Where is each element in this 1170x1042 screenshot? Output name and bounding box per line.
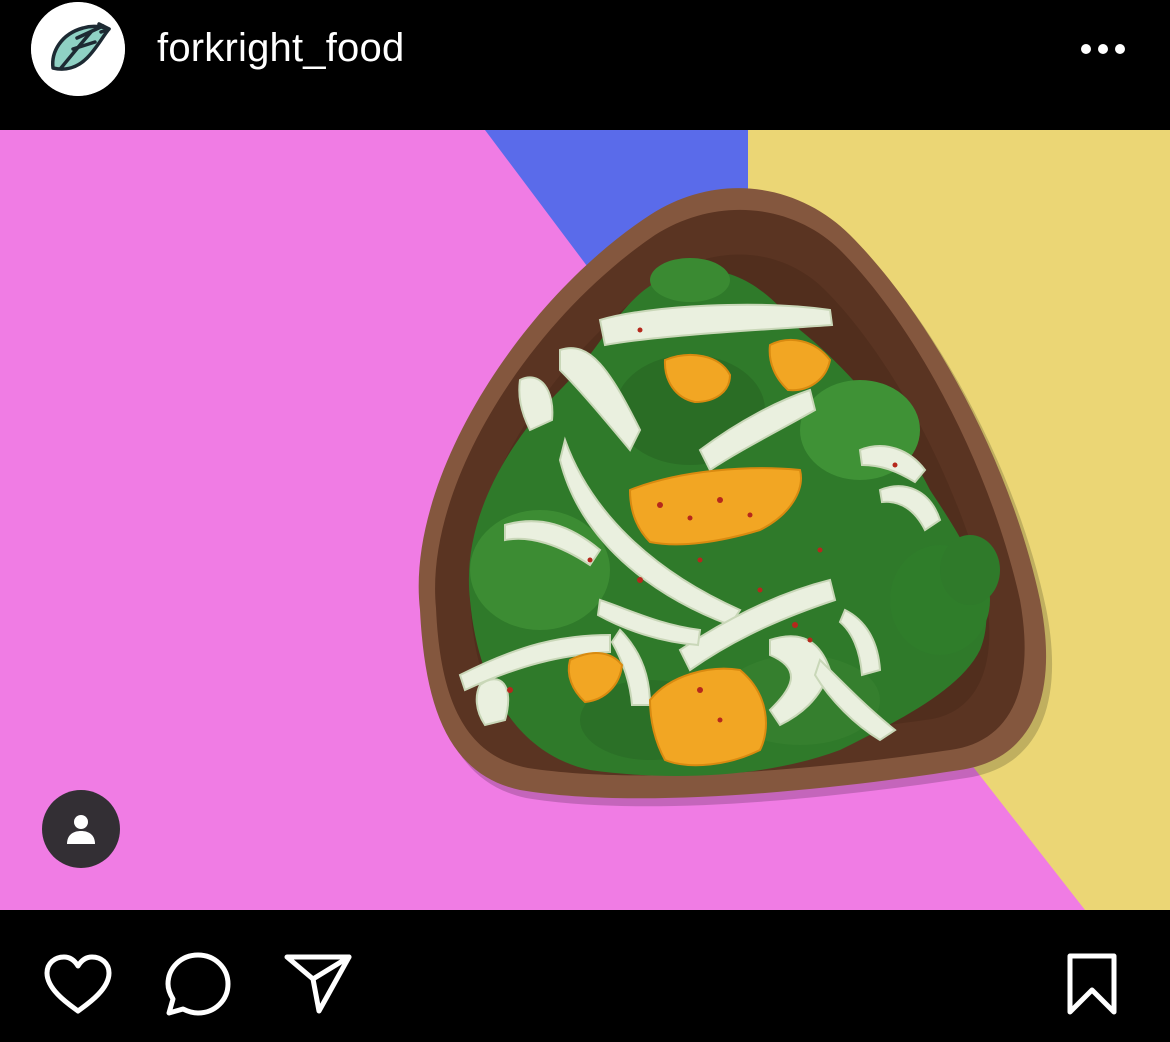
bookmark-icon [1067,953,1117,1015]
post-photo[interactable] [0,130,1170,910]
user-tag-icon [67,815,95,844]
fork-leaf-logo-icon [31,2,125,96]
profile-avatar[interactable] [31,2,125,96]
comment-icon [165,952,231,1016]
more-horizontal-icon [1081,44,1125,54]
heart-icon [44,954,112,1014]
more-options-button[interactable] [1070,28,1136,70]
post-username[interactable]: forkright_food [157,22,404,74]
tagged-users-button[interactable] [42,790,120,868]
save-button[interactable] [1054,946,1130,1022]
like-button[interactable] [40,946,116,1022]
share-button[interactable] [280,946,356,1022]
salad-bowl-photo [0,130,1170,910]
comment-button[interactable] [160,946,236,1022]
post-header: forkright_food [0,0,1170,130]
send-icon [284,954,352,1014]
post-actions [0,910,1170,1042]
